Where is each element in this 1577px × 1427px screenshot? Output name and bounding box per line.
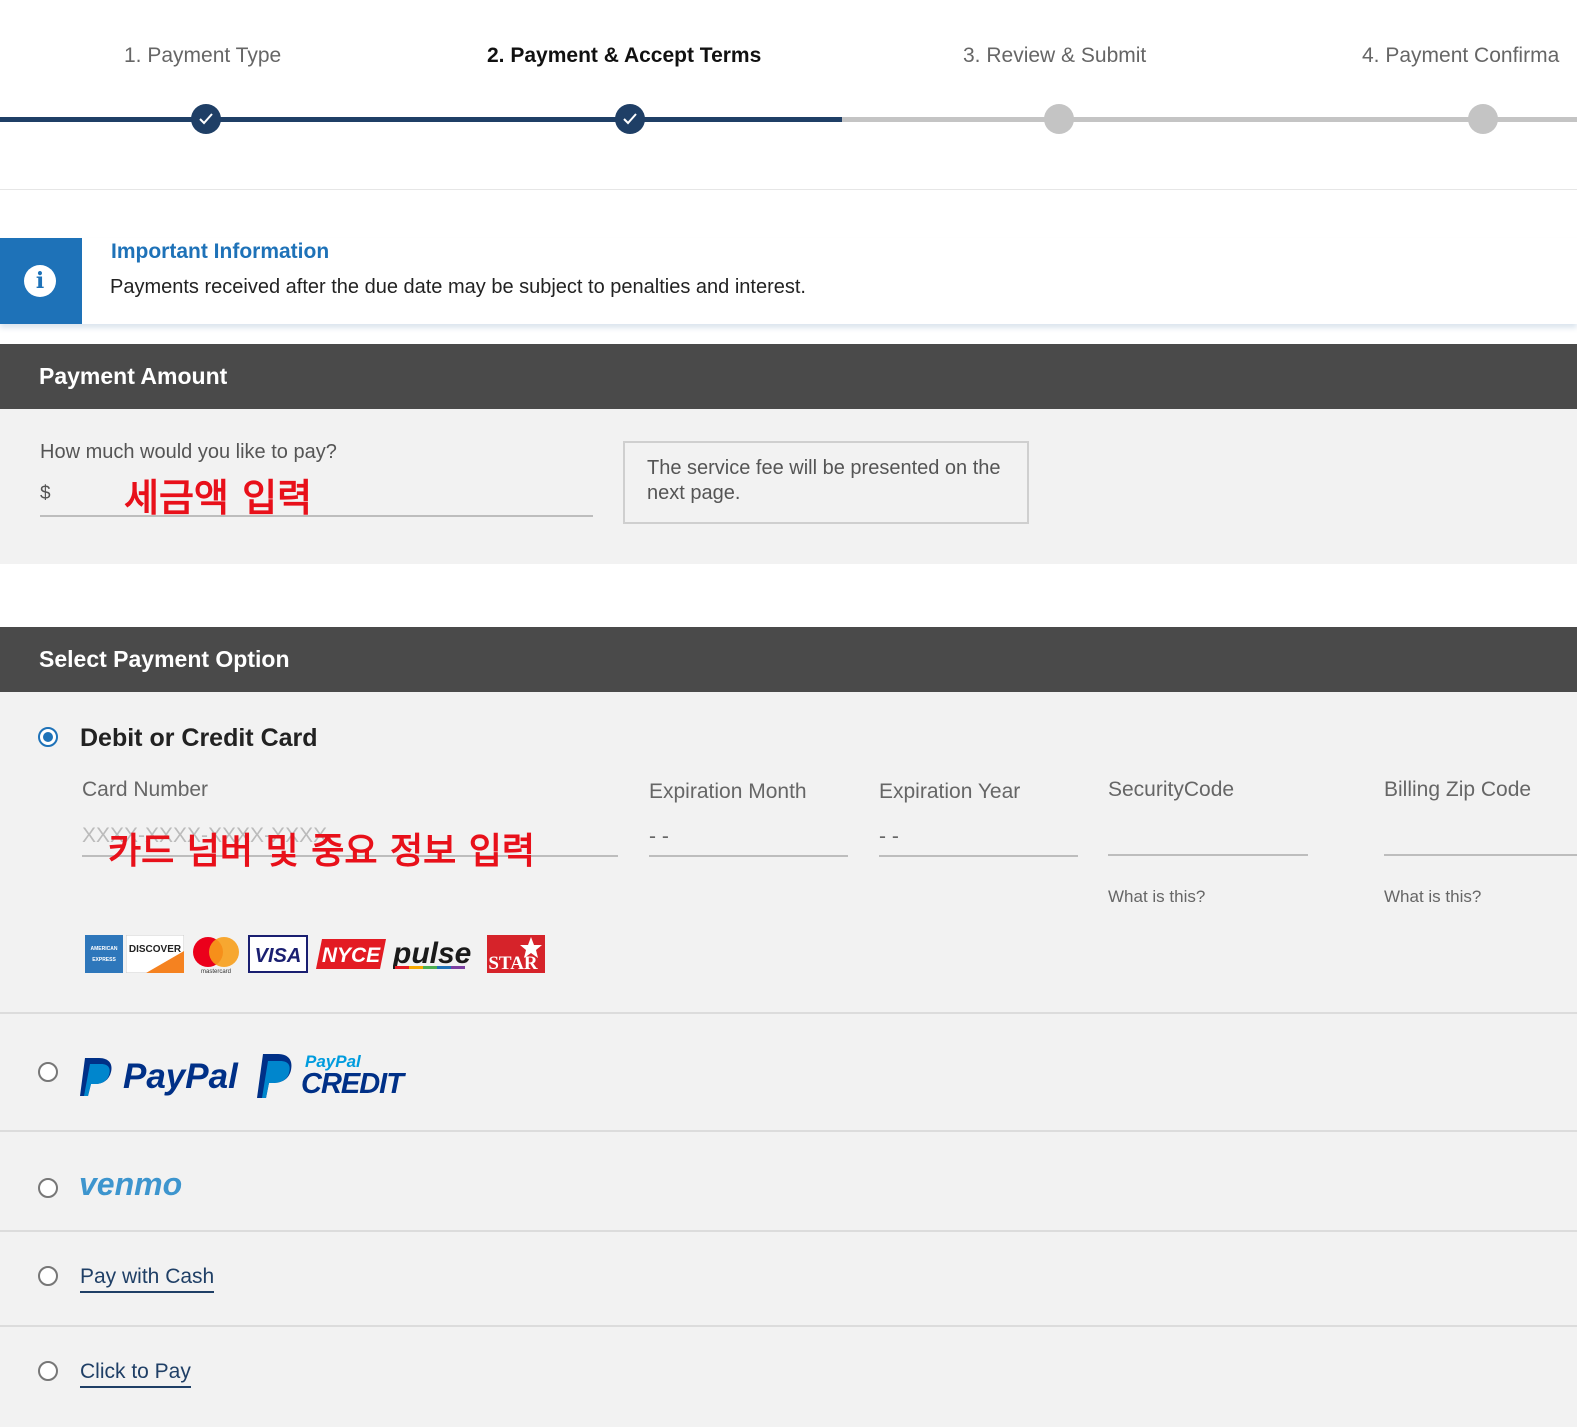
- discover-logo-icon: DISCOVER: [126, 935, 184, 973]
- paypal-p-icon: [80, 1058, 112, 1096]
- security-code-input[interactable]: [1108, 816, 1308, 856]
- svg-text:mastercard: mastercard: [201, 969, 231, 973]
- svg-text:VISA: VISA: [255, 945, 302, 967]
- paypal-wordmark: PayPal: [123, 1057, 238, 1096]
- svg-text:EXPRESS: EXPRESS: [92, 957, 116, 963]
- important-info-banner: i Important Information Payments receive…: [0, 238, 1577, 324]
- amount-overlay-note: 세금액 입력: [124, 476, 313, 520]
- exp-month-label: Expiration Month: [649, 780, 807, 803]
- amex-logo-icon: AMERICAN EXPRESS: [85, 935, 123, 973]
- card-radio[interactable]: [38, 727, 58, 747]
- security-code-help-link[interactable]: What is this?: [1108, 887, 1205, 907]
- venmo-radio[interactable]: [38, 1178, 58, 1198]
- exp-year-select[interactable]: - -: [879, 817, 1078, 857]
- payment-option-title: Select Payment Option: [39, 646, 290, 672]
- info-icon: i: [24, 265, 56, 297]
- paypal-credit-label[interactable]: CREDIT: [301, 1068, 404, 1101]
- svg-text:DISCOVER: DISCOVER: [129, 944, 182, 955]
- click-to-pay-link[interactable]: Click to Pay: [80, 1360, 191, 1388]
- info-badge: i: [0, 238, 82, 324]
- venmo-option: venmo: [0, 1132, 1577, 1232]
- svg-text:pulse: pulse: [393, 937, 471, 970]
- paypal-label[interactable]: PayPal: [123, 1057, 238, 1097]
- svg-text:NYCE: NYCE: [322, 944, 381, 967]
- step-2-check-icon: [615, 104, 645, 134]
- svg-text:STAR: STAR: [488, 953, 538, 973]
- visa-logo-icon: VISA: [248, 935, 308, 973]
- payment-amount-header: Payment Amount: [0, 344, 1577, 409]
- cash-radio[interactable]: [38, 1266, 58, 1286]
- nyce-logo-icon: NYCE: [316, 939, 386, 969]
- step-1-label: 1. Payment Type: [124, 44, 282, 67]
- step-1-check-icon: [191, 104, 221, 134]
- info-title: Important Information: [111, 240, 330, 263]
- card-option-label[interactable]: Debit or Credit Card: [80, 724, 318, 753]
- security-code-label: SecurityCode: [1108, 778, 1235, 801]
- pay-with-cash-link[interactable]: Pay with Cash: [80, 1265, 215, 1293]
- svg-text:AMERICAN: AMERICAN: [91, 946, 118, 952]
- amount-input[interactable]: [40, 475, 593, 517]
- card-number-label: Card Number: [82, 778, 209, 801]
- exp-month-select[interactable]: - -: [649, 817, 848, 857]
- star-logo-icon: STAR: [487, 935, 545, 973]
- zip-code-label: Billing Zip Code: [1384, 778, 1532, 801]
- click-to-pay-radio[interactable]: [38, 1361, 58, 1381]
- payment-option-header: Select Payment Option: [0, 627, 1577, 692]
- payment-amount-panel: How much would you like to pay? $ 세금액 입력…: [0, 409, 1577, 564]
- amount-question-label: How much would you like to pay?: [40, 441, 337, 463]
- pulse-logo-icon: pulse: [393, 937, 471, 970]
- step-4-dot: [1468, 104, 1498, 134]
- service-fee-note: The service fee will be presented on the…: [623, 441, 1029, 524]
- paypal-credit-p-icon: [257, 1054, 292, 1098]
- exp-year-label: Expiration Year: [879, 780, 1021, 803]
- payment-amount-title: Payment Amount: [39, 363, 228, 389]
- step-4-label: 4. Payment Confirma: [1362, 44, 1560, 67]
- paypal-radio[interactable]: [38, 1062, 58, 1082]
- step-3-label: 3. Review & Submit: [963, 44, 1147, 67]
- zip-code-input[interactable]: [1384, 816, 1577, 856]
- progress-track-complete: [0, 117, 842, 122]
- zip-code-help-link[interactable]: What is this?: [1384, 887, 1481, 907]
- paypal-option: PayPal PayPal CREDIT: [0, 1014, 1577, 1132]
- click-to-pay-option: Click to Pay: [0, 1327, 1577, 1427]
- progress-track-remaining: [842, 117, 1577, 122]
- currency-symbol: $: [40, 483, 51, 504]
- info-text: Payments received after the due date may…: [110, 276, 806, 298]
- payment-options-panel: Debit or Credit Card Card Number 카드 넘버 및…: [0, 692, 1577, 1427]
- card-overlay-note: 카드 넘버 및 중요 정보 입력: [108, 831, 535, 872]
- venmo-label[interactable]: venmo: [79, 1166, 182, 1203]
- step-2-label: 2. Payment & Accept Terms: [487, 44, 762, 67]
- progress-stepper: 1. Payment Type 2. Payment & Accept Term…: [0, 0, 1577, 190]
- cash-option: Pay with Cash: [0, 1232, 1577, 1327]
- card-option: Debit or Credit Card Card Number 카드 넘버 및…: [0, 692, 1577, 1014]
- step-3-dot: [1044, 104, 1074, 134]
- mastercard-logo-icon: mastercard: [193, 937, 239, 973]
